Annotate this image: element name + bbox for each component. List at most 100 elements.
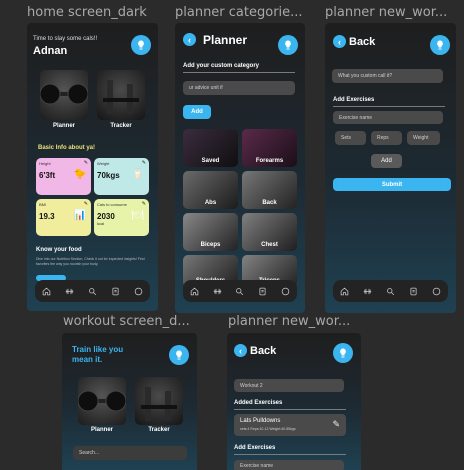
search-icon[interactable] [88, 286, 98, 296]
lightbulb-icon[interactable] [430, 35, 450, 55]
category-tile-chest[interactable]: Chest [242, 213, 297, 251]
frame-label-categories: planner categorie... [175, 5, 303, 20]
notes-icon[interactable] [409, 286, 419, 296]
user-name: Adnan [33, 45, 68, 57]
search-icon[interactable] [235, 286, 245, 296]
lightbulb-icon[interactable] [333, 343, 353, 363]
workout-name-input[interactable]: Workout 2 [234, 379, 344, 392]
frame-label-home: home screen_dark [27, 5, 147, 20]
profile-icon[interactable] [432, 286, 442, 296]
add-exercise-button[interactable]: Add [371, 154, 402, 168]
divider [333, 106, 445, 107]
back-arrow-icon[interactable]: ‹ [234, 344, 247, 357]
planner-card[interactable] [40, 70, 88, 120]
profile-icon[interactable] [281, 286, 291, 296]
cals-card[interactable]: Cals to consume 2030 kcal 🍽 ✎ [94, 199, 149, 236]
add-exercises-title: Add Exercises [333, 97, 375, 103]
category-tile-back[interactable]: Back [242, 171, 297, 209]
weight-card[interactable]: Weight 70kgs 🥛 ✎ [94, 158, 149, 195]
search-input[interactable]: Search... [73, 446, 187, 460]
edit-pencil-icon[interactable]: ✎ [142, 160, 146, 166]
add-exercises-title: Add Exercises [234, 445, 276, 451]
cals-unit: kcal [97, 221, 105, 226]
submit-button[interactable]: Submit [333, 178, 451, 191]
dumbbell-image [78, 390, 126, 412]
basic-info-title: Basic Info about ya! [38, 145, 96, 151]
category-input[interactable]: ur advice unit if [183, 81, 295, 95]
edit-pencil-icon[interactable]: ✎ [142, 201, 146, 207]
lightbulb-icon[interactable] [169, 345, 189, 365]
exercise-name-input[interactable]: Exercise name [234, 460, 344, 470]
home-icon[interactable] [42, 286, 52, 296]
cals-label: Cals to consume [97, 202, 127, 207]
bmi-card[interactable]: BMI 19.3 📊 ✎ [36, 199, 91, 236]
workout-title-line1: Train like you [72, 345, 124, 354]
exercise-item[interactable]: Lats Pulldowns sets:4 Reps:10-12 Weight:… [234, 414, 346, 436]
workout-title-line2: mean it. [72, 355, 103, 364]
home-icon[interactable] [340, 286, 350, 296]
category-tile-biceps[interactable]: Biceps [183, 213, 238, 251]
custom-category-title: Add your custom category [183, 63, 260, 69]
know-food-text: Dive into our Nutrition Section, Check i… [36, 257, 145, 266]
dumbbell-image [40, 83, 88, 105]
frame-label-new-workout: planner new_wor... [325, 5, 448, 20]
height-emoji-icon: 🐤 [73, 169, 86, 180]
weight-label: Weight [97, 161, 110, 166]
workout-name-input[interactable]: What you custom call it? [332, 69, 443, 83]
category-tile-abs[interactable]: Abs [183, 171, 238, 209]
tracker-card[interactable] [97, 70, 145, 120]
frame-label-workout: workout screen_d... [63, 314, 190, 329]
reps-input[interactable]: Reps [371, 131, 402, 145]
home-icon[interactable] [189, 286, 199, 296]
planner-card[interactable] [78, 377, 126, 425]
profile-icon[interactable] [134, 286, 144, 296]
bmi-label: BMI [39, 202, 47, 207]
exercise-item-detail: sets:4 Reps:10-12 Weight:40-55kgs [240, 427, 296, 431]
dumbbell-icon[interactable] [363, 286, 373, 296]
frame-label-new-workout-2: planner new_wor... [228, 314, 351, 329]
tracker-card[interactable] [135, 377, 183, 425]
back-arrow-icon[interactable]: ‹ [333, 35, 346, 48]
edit-pencil-icon[interactable]: ✎ [332, 419, 340, 430]
dumbbell-icon[interactable] [65, 286, 75, 296]
add-category-button[interactable]: Add [183, 105, 211, 119]
dumbbell-icon[interactable] [212, 286, 222, 296]
search-icon[interactable] [386, 286, 396, 296]
bottom-nav [35, 280, 150, 302]
tracker-card-label: Tracker [110, 123, 132, 129]
bmi-emoji-icon: 📊 [73, 210, 86, 221]
workout-screen: Train like you mean it. Planner Tracker … [62, 333, 197, 470]
notes-icon[interactable] [258, 286, 268, 296]
know-food-title: Know your food [36, 247, 82, 253]
back-label[interactable]: Back [250, 345, 276, 357]
new-workout-screen: ‹ Back What you custom call it? Add Exer… [325, 23, 456, 313]
planner-title: Planner [203, 33, 248, 47]
back-label[interactable]: Back [349, 36, 375, 48]
weights-image [103, 80, 139, 114]
weight-input[interactable]: Weight [407, 131, 440, 145]
lightbulb-icon[interactable] [131, 35, 151, 55]
added-exercises-title: Added Exercises [234, 400, 283, 406]
notes-icon[interactable] [111, 286, 121, 296]
exercise-item-name: Lats Pulldowns [240, 418, 281, 424]
planner-card-label: Planner [90, 427, 113, 433]
divider [183, 72, 295, 73]
cals-emoji-icon: 🍽 [131, 210, 144, 221]
edit-pencil-icon[interactable]: ✎ [84, 201, 88, 207]
edit-pencil-icon[interactable]: ✎ [84, 160, 88, 166]
planner-categories-screen: ‹ Planner Add your custom category ur ad… [175, 23, 305, 313]
category-tile-forearms[interactable]: Forearms [242, 129, 297, 167]
weight-emoji-icon: 🥛 [131, 169, 144, 180]
lightbulb-icon[interactable] [278, 35, 298, 55]
planner-card-label: Planner [52, 123, 75, 129]
exercise-name-input[interactable]: Exercise name [333, 111, 443, 124]
greeting-text: Time to slay some cals!! [33, 36, 98, 42]
new-workout-screen-2: ‹ Back Workout 2 Added Exercises Lats Pu… [227, 333, 361, 470]
divider [234, 409, 346, 410]
tracker-card-label: Tracker [148, 427, 170, 433]
sets-input[interactable]: Sets [335, 131, 366, 145]
weights-image [141, 387, 177, 421]
height-card[interactable]: Height 6'3ft 🐤 ✎ [36, 158, 91, 195]
back-arrow-icon[interactable]: ‹ [183, 33, 196, 46]
category-tile-saved[interactable]: Saved [183, 129, 238, 167]
